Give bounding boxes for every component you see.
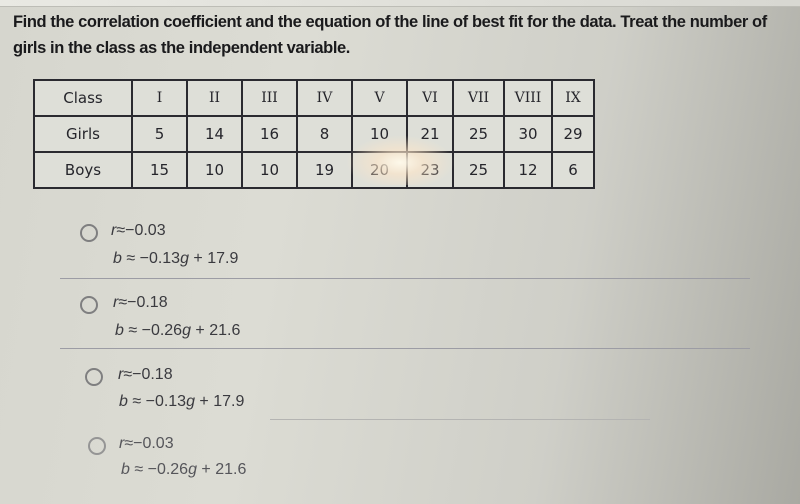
r-value: −0.03 (133, 435, 174, 452)
table-cell: VIII (503, 79, 553, 117)
b-variable: b (121, 461, 130, 478)
approx-symbol: ≈ (118, 294, 128, 311)
g-variable: g (180, 250, 189, 267)
table-row-boys: Boys 15 10 10 19 20 23 25 12 6 (33, 151, 595, 189)
g-variable: g (188, 461, 197, 478)
option-r-line: r≈−0.03 (119, 435, 174, 453)
table-cell: 8 (296, 115, 353, 153)
r-value: −0.18 (127, 294, 168, 311)
table-cell: 10 (351, 115, 408, 153)
radio-button[interactable] (85, 368, 103, 386)
table-cell: 23 (406, 151, 454, 189)
table-cell: 30 (503, 115, 553, 153)
row-header: Girls (33, 115, 133, 153)
slope-value: −0.13 (145, 393, 187, 410)
option-equation-line: b ≈ −0.26g + 21.6 (121, 461, 246, 479)
table-cell: 25 (452, 151, 505, 189)
approx-symbol: ≈ (126, 250, 136, 267)
table-cell: II (186, 79, 243, 117)
top-edge (0, 0, 800, 7)
table-cell: 19 (296, 151, 353, 189)
intercept-value: + 17.9 (194, 393, 245, 410)
option-equation-line: b ≈ −0.13g + 17.9 (119, 393, 244, 411)
answer-option-3[interactable]: r≈−0.18 b ≈ −0.13g + 17.9 (85, 366, 745, 426)
row-header: Boys (33, 151, 133, 189)
r-value: −0.18 (132, 366, 173, 383)
approx-symbol: ≈ (128, 322, 138, 339)
option-r-line: r≈−0.18 (118, 366, 173, 384)
intercept-value: + 21.6 (190, 322, 241, 339)
table-cell: 15 (131, 151, 188, 189)
table-cell: 14 (186, 115, 243, 153)
table-cell: 21 (406, 115, 454, 153)
slope-value: −0.26 (147, 461, 189, 478)
approx-symbol: ≈ (116, 222, 126, 239)
radio-button[interactable] (88, 437, 106, 455)
approx-symbol: ≈ (123, 366, 133, 383)
table-cell: 29 (551, 115, 595, 153)
radio-button[interactable] (80, 224, 98, 242)
table-cell: V (351, 79, 408, 117)
table-cell: IV (296, 79, 353, 117)
radio-button[interactable] (80, 296, 98, 314)
b-variable: b (113, 250, 122, 267)
table-cell: 6 (551, 151, 595, 189)
approx-symbol: ≈ (124, 435, 134, 452)
option-r-line: r≈−0.18 (113, 294, 168, 312)
b-variable: b (115, 322, 124, 339)
table-row-class: Class I II III IV V VI VII VIII IX (33, 79, 595, 117)
approx-symbol: ≈ (134, 461, 144, 478)
option-r-line: r≈−0.03 (111, 222, 166, 240)
table-cell: 5 (131, 115, 188, 153)
r-value: −0.03 (125, 222, 166, 239)
option-equation-line: b ≈ −0.13g + 17.9 (113, 250, 238, 268)
table-cell: III (241, 79, 298, 117)
table-cell: 25 (452, 115, 505, 153)
row-header: Class (33, 79, 133, 117)
data-table: Class I II III IV V VI VII VIII IX Girls… (33, 79, 595, 189)
g-variable: g (182, 322, 191, 339)
answer-option-1[interactable]: r≈−0.03 b ≈ −0.13g + 17.9 (80, 222, 740, 282)
table-cell: IX (551, 79, 595, 117)
approx-symbol: ≈ (132, 393, 142, 410)
table-row-girls: Girls 5 14 16 8 10 21 25 30 29 (33, 115, 595, 153)
option-divider (60, 278, 750, 279)
option-divider (270, 419, 650, 420)
slope-value: −0.26 (141, 322, 183, 339)
table-cell: VII (452, 79, 505, 117)
g-variable: g (186, 393, 195, 410)
intercept-value: + 21.6 (196, 461, 247, 478)
slope-value: −0.13 (139, 250, 181, 267)
table-cell: 10 (241, 151, 298, 189)
table-cell: I (131, 79, 188, 117)
table-cell: VI (406, 79, 454, 117)
table-cell: 12 (503, 151, 553, 189)
table-cell: 10 (186, 151, 243, 189)
option-divider (60, 348, 750, 349)
answer-option-2[interactable]: r≈−0.18 b ≈ −0.26g + 21.6 (80, 294, 740, 354)
answer-option-4[interactable]: r≈−0.03 b ≈ −0.26g + 21.6 (88, 435, 748, 495)
intercept-value: + 17.9 (188, 250, 239, 267)
question-text: Find the correlation coefficient and the… (13, 13, 767, 57)
b-variable: b (119, 393, 128, 410)
option-equation-line: b ≈ −0.26g + 21.6 (115, 322, 240, 340)
table-cell: 16 (241, 115, 298, 153)
table-cell: 20 (351, 151, 408, 189)
